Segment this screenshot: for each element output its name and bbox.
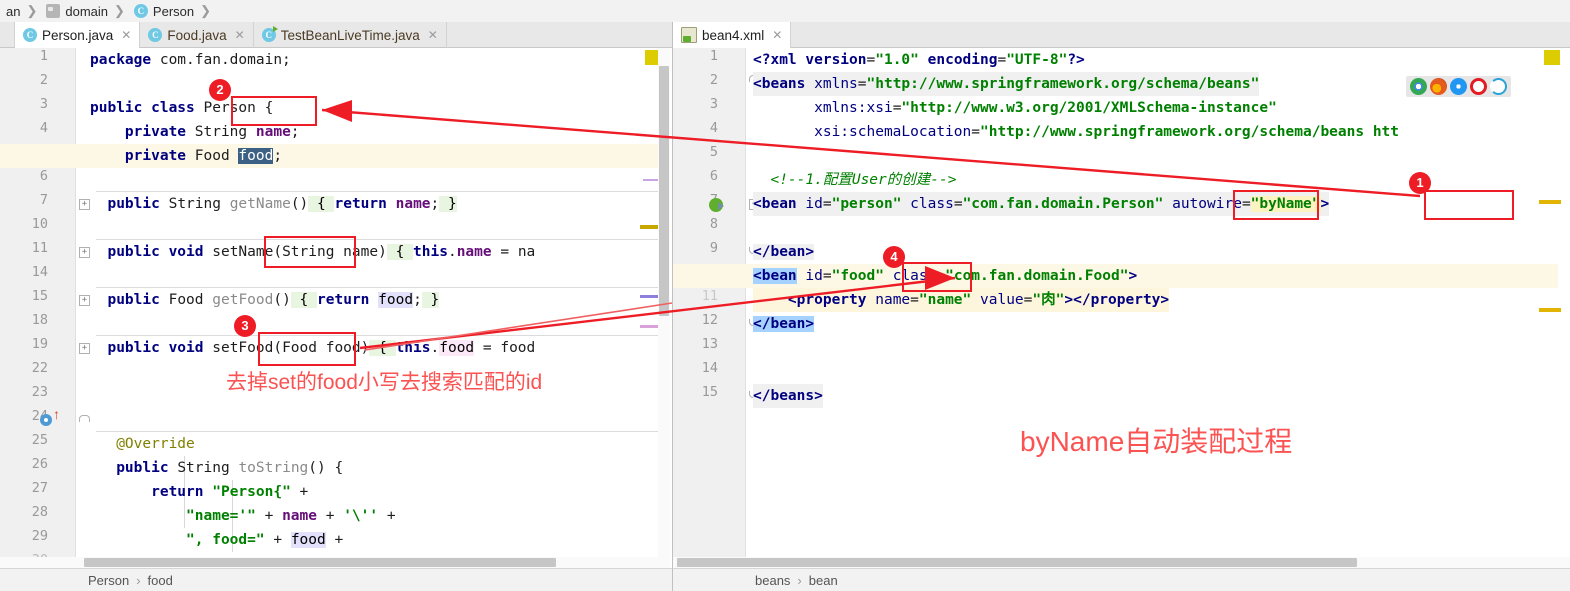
- java-code-text[interactable]: package com.fan.domain; public class Per…: [0, 48, 672, 568]
- edge-icon[interactable]: [1490, 78, 1507, 95]
- xml-editor[interactable]: 1 2 3 4 5 6 7 8 9 10 11 12 13 14 15 − − …: [673, 48, 1570, 568]
- breadcrumb-item-domain[interactable]: domain ❯: [40, 0, 128, 22]
- java-class-run-icon: [261, 26, 278, 42]
- firefox-icon[interactable]: [1430, 78, 1447, 95]
- browser-launch-bar[interactable]: [1406, 76, 1511, 97]
- status-separator: ›: [797, 572, 802, 588]
- annotation-badge-4: 4: [883, 246, 905, 268]
- ide-window: an ❯ domain ❯ C Person ❯ Person.java ✕ F…: [0, 0, 1570, 591]
- breadcrumb-label-module: an: [6, 3, 21, 19]
- java-class-icon: [148, 28, 163, 42]
- xml-spring-icon: [681, 27, 697, 43]
- right-editor-tabbar: bean4.xml ✕: [672, 22, 1570, 48]
- annotation-box-setfood: [258, 332, 356, 366]
- annotation-badge-2: 2: [209, 79, 231, 101]
- breadcrumb-item-module[interactable]: an ❯: [0, 0, 40, 22]
- breadcrumb-label-domain: domain: [65, 3, 109, 19]
- warning-marker[interactable]: [1539, 200, 1561, 204]
- folder-icon: [46, 4, 61, 18]
- tab-label: bean4.xml: [702, 27, 765, 43]
- status-part[interactable]: Person: [88, 573, 129, 588]
- xml-code-text[interactable]: <?xml version="1.0" encoding="UTF-8"?> <…: [673, 48, 1570, 568]
- left-status-breadcrumb: Person › food: [0, 568, 672, 591]
- close-icon[interactable]: ✕: [428, 28, 438, 42]
- tab-label: Person.java: [42, 27, 114, 43]
- tab-label: Food.java: [167, 27, 227, 43]
- left-horizontal-scrollbar[interactable]: [0, 557, 658, 568]
- java-class-icon: C: [133, 4, 148, 18]
- annotation-box-person-fqn: [1233, 190, 1319, 220]
- close-icon[interactable]: ✕: [772, 28, 782, 42]
- annotation-note-right: byName自动装配过程: [1020, 426, 1293, 457]
- right-horizontal-scrollbar[interactable]: [673, 557, 1570, 568]
- chrome-icon[interactable]: [1410, 78, 1427, 95]
- warning-marker[interactable]: [1539, 308, 1561, 312]
- warning-marker[interactable]: [1544, 50, 1560, 65]
- opera-icon[interactable]: [1470, 78, 1487, 95]
- tab-person-java[interactable]: Person.java ✕: [15, 22, 141, 48]
- status-part[interactable]: beans: [755, 573, 790, 588]
- status-part[interactable]: food: [148, 573, 173, 588]
- breadcrumb-item-person[interactable]: C Person ❯: [128, 0, 214, 22]
- annotation-box-setname: [264, 236, 356, 268]
- breadcrumb-chevron-icon: ❯: [200, 3, 212, 18]
- breadcrumb-chevron-icon: ❯: [26, 3, 38, 18]
- scrollbar-thumb[interactable]: [677, 558, 1357, 567]
- breadcrumb: an ❯ domain ❯ C Person ❯: [0, 0, 1570, 23]
- safari-icon[interactable]: [1450, 78, 1467, 95]
- annotation-note-left: 去掉set的food小写去搜索匹配的id: [226, 371, 543, 394]
- close-icon[interactable]: ✕: [235, 28, 245, 42]
- tab-label: TestBeanLiveTime.java: [280, 27, 420, 43]
- annotation-box-person-class: [231, 96, 317, 126]
- tab-food-java[interactable]: Food.java ✕: [140, 22, 254, 48]
- breadcrumb-chevron-icon: ❯: [114, 3, 125, 18]
- right-status-breadcrumb: beans › bean: [672, 568, 1570, 591]
- close-icon[interactable]: ✕: [121, 28, 131, 42]
- annotation-badge-1: 1: [1409, 172, 1431, 194]
- scrollbar-thumb[interactable]: [84, 558, 556, 567]
- annotation-badge-3: 3: [234, 315, 256, 337]
- tab-testbeanlivetime-java[interactable]: TestBeanLiveTime.java ✕: [254, 22, 447, 48]
- java-editor[interactable]: 1 2 3 4 5 6 7 10 11 14 15 18 19 22 23 24…: [0, 48, 673, 568]
- tab-bean4-xml[interactable]: bean4.xml ✕: [673, 22, 792, 48]
- left-vertical-scrollbar[interactable]: [658, 48, 670, 568]
- breadcrumb-label-person: Person: [152, 3, 195, 19]
- annotation-box-food-id: [902, 262, 972, 292]
- annotation-box-byname: [1424, 190, 1514, 220]
- status-part[interactable]: bean: [809, 573, 838, 588]
- left-editor-tabbar: Person.java ✕ Food.java ✕ TestBeanLiveTi…: [0, 22, 672, 48]
- status-separator: ›: [136, 572, 141, 588]
- java-class-icon: [23, 28, 37, 42]
- scrollbar-thumb[interactable]: [659, 66, 669, 316]
